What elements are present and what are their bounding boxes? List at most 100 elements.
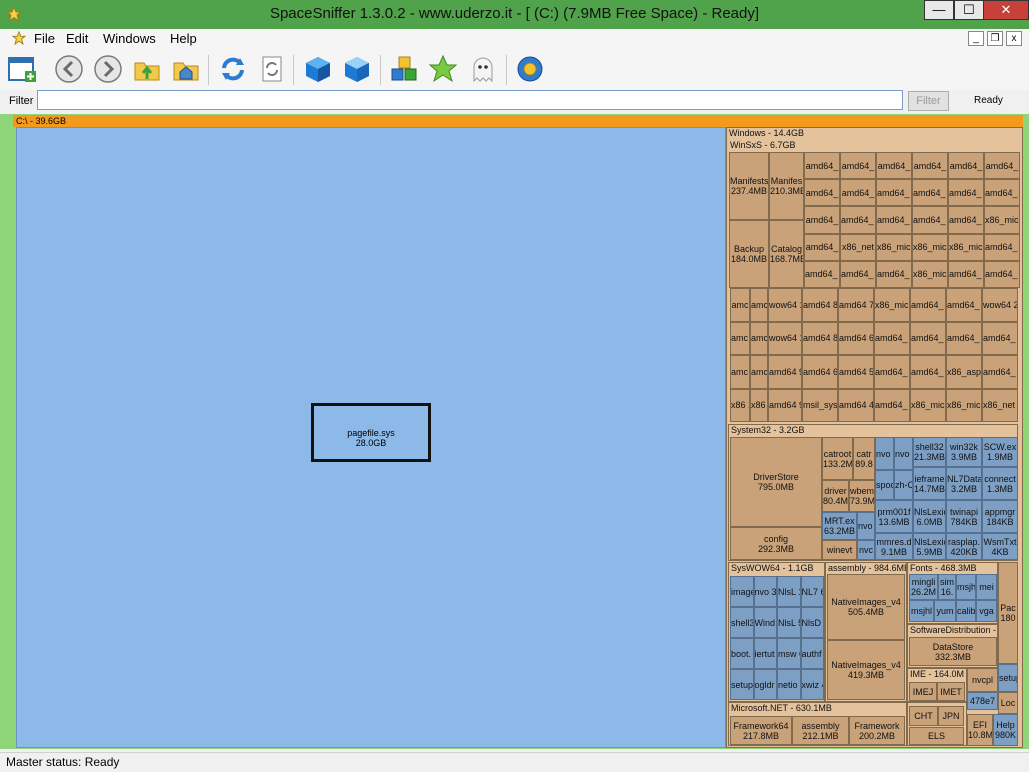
treemap-tile-winsxs-row[interactable]: amd64 8.2MB bbox=[802, 321, 838, 355]
filter-button[interactable]: Filter bbox=[908, 91, 949, 111]
treemap-tile-setup[interactable]: setup bbox=[998, 664, 1018, 692]
treemap-tile-winsxs-grid[interactable]: amd64_ bbox=[948, 152, 984, 180]
treemap-tile-winsxs-grid[interactable]: x86_mic 2.2MB bbox=[912, 233, 948, 261]
menu-app-icon[interactable] bbox=[12, 31, 26, 45]
treemap-tile-system32-blue[interactable]: spoo 25.1 bbox=[875, 470, 894, 500]
treemap-tile-winsxs-row[interactable]: x86_asp 128KB bbox=[946, 355, 982, 389]
treemap-tile-winsxs-grid[interactable]: amd64_ 3.3MB bbox=[912, 179, 948, 207]
treemap-tile-datastore[interactable]: DataStore 332.3MB bbox=[909, 637, 997, 666]
treemap-tile-nativeimages-2[interactable]: NativeImages_v4 419.3MB bbox=[827, 640, 905, 700]
treemap-tile-backup[interactable]: Backup 184.0MB bbox=[729, 220, 769, 288]
treemap-tile-drivers[interactable]: driver80.4MB bbox=[822, 480, 849, 512]
maximize-button[interactable]: ☐ bbox=[954, 0, 984, 20]
treemap-tile-winsxs-grid[interactable]: amd64_ 996KB bbox=[984, 260, 1020, 288]
treemap-tile-syswow64-item[interactable]: ogldr 1.0M bbox=[753, 669, 777, 700]
treemap-tile-winsxs-grid[interactable]: amd64_ 1.6MB bbox=[948, 206, 984, 234]
treemap-tile-catalogs[interactable]: Catalog 168.7MB bbox=[769, 220, 804, 288]
treemap-tile-syswow64-item[interactable]: boot. 3.0M bbox=[730, 638, 754, 669]
treemap-tile-connect[interactable]: connect 1.3MB bbox=[982, 467, 1018, 500]
treemap-tile-winsxs-grid[interactable]: amd64_ 1.1MB bbox=[948, 260, 984, 288]
treemap-tile-winsxs-row[interactable]: amc 14.9 bbox=[730, 321, 750, 355]
treemap-tile-catroot2[interactable]: catr 89.8 bbox=[853, 437, 875, 480]
refresh-branch-icon[interactable] bbox=[257, 54, 287, 84]
treemap-tile-winsxs-row[interactable]: amd64_ 872KB bbox=[874, 321, 910, 355]
treemap-tile-syswow64-item[interactable]: image 46.5M bbox=[730, 576, 754, 607]
treemap-tile-winsxs-grid[interactable]: x86_net bbox=[840, 233, 876, 261]
treemap-tile-ieframe[interactable]: ieframe 14.7MB bbox=[913, 467, 946, 500]
treemap-tile-winsxs-grid[interactable]: amd64_ 27.9MB bbox=[840, 206, 876, 234]
treemap-tile-syswow64-item[interactable]: setup 1.7M bbox=[730, 669, 754, 700]
treemap-tile-winsxs-row[interactable]: x86_net 4KB bbox=[982, 388, 1018, 422]
treemap-tile-winsxs-row[interactable]: x86 10.5 bbox=[730, 388, 750, 422]
treemap-tile-scw[interactable]: SCW.ex 1.9MB bbox=[982, 437, 1018, 467]
treemap-tile-nlslexic1[interactable]: NlsLexic 6.0MB bbox=[913, 500, 946, 533]
treemap-tile-winsxs-row[interactable]: amd64_ 172KB bbox=[982, 321, 1018, 355]
treemap-tile-winsxs-grid[interactable]: amd64_ bbox=[804, 179, 840, 207]
treemap-tile-478e7[interactable]: 478e7 bbox=[967, 692, 998, 710]
treemap-tile-system32-blue[interactable]: nvo 46.1 bbox=[857, 512, 875, 540]
treemap-tile-winsxs-row[interactable]: amd64_ 520KB bbox=[874, 388, 910, 422]
treemap-tile-syswow64-item[interactable]: NL7 6.9M bbox=[800, 576, 824, 607]
up-folder-icon[interactable] bbox=[132, 54, 162, 84]
treemap-tile-imetc[interactable]: IMET bbox=[937, 682, 965, 701]
blue-cube-outline-icon[interactable] bbox=[342, 54, 372, 84]
treemap-tile-winsxs-row[interactable]: wow64 12.2MB bbox=[768, 321, 802, 355]
treemap-tile-winsxs-row[interactable]: x86 10.3 bbox=[750, 388, 768, 422]
treemap-tile-winsxs-row[interactable]: x86_mic 80KB bbox=[946, 388, 982, 422]
treemap-tile-wsmtxt[interactable]: WsmTxt 4KB bbox=[982, 533, 1018, 560]
treemap-tile-winsxs-grid[interactable]: x86_mic 1.2MB bbox=[948, 233, 984, 261]
treemap-tile-winsxs-row[interactable]: amc 14.7 bbox=[750, 321, 768, 355]
treemap-tile-winsxs-grid[interactable]: amd64_ 20.8MB bbox=[804, 260, 840, 288]
treemap-tile-nvcpl[interactable]: nvcpl bbox=[967, 668, 998, 692]
menu-windows[interactable]: Windows bbox=[103, 31, 156, 46]
treemap-tile-syswow64-item[interactable]: NlsL 5.3M bbox=[777, 607, 801, 638]
treemap-tile-syswow64-item[interactable]: nvo 33.6 bbox=[753, 576, 777, 607]
treemap-tile-winsxs-row[interactable]: amd64_ 756KB bbox=[910, 288, 946, 322]
treemap-tile-syswow64-item[interactable]: msw 628K bbox=[777, 638, 801, 669]
treemap-tile-winsxs-grid[interactable]: amd64_ bbox=[912, 152, 948, 180]
treemap-tile-msjh[interactable]: msjh bbox=[956, 574, 976, 600]
treemap-tile-winsxs-row[interactable]: amd64 8.8MB bbox=[802, 288, 838, 322]
treemap-tile-syswow64-item[interactable]: netio 168K bbox=[777, 669, 801, 700]
treemap-tile-winevt[interactable]: winevt bbox=[822, 540, 857, 560]
treemap-tile-winsxs-row[interactable]: amd64_ 40KB bbox=[982, 355, 1018, 389]
treemap-tile-syswow64-item[interactable]: xwiz 4KB bbox=[800, 669, 824, 700]
treemap-tile-winsxs-row[interactable]: amd64 6.9MB bbox=[838, 321, 874, 355]
blue-cube-icon[interactable] bbox=[303, 54, 333, 84]
treemap-tile-winsxs-grid[interactable]: amd64_ bbox=[876, 152, 912, 180]
mdi-restore-button[interactable]: ❐ bbox=[987, 31, 1003, 46]
treemap-tile-winsxs-row[interactable]: amd64_ 332KB bbox=[946, 288, 982, 322]
filter-input[interactable] bbox=[37, 90, 903, 110]
treemap-tile-loc[interactable]: Loc bbox=[998, 692, 1018, 714]
treemap-tile-winsxs-grid[interactable]: amd64_ bbox=[804, 152, 840, 180]
treemap-tile-winsxs-grid[interactable]: x86_mic 1.3MB bbox=[984, 206, 1020, 234]
treemap-tile-manifests2[interactable]: Manifes 210.3MB bbox=[769, 152, 804, 220]
close-button[interactable]: ✕ bbox=[983, 0, 1029, 20]
treemap-tile-meiryo[interactable]: mei bbox=[976, 574, 997, 600]
menu-file[interactable]: File bbox=[34, 31, 55, 46]
treemap-tile-mingliu[interactable]: mingli 26.2M bbox=[909, 574, 938, 600]
treemap-tile-simsun[interactable]: sim 16. bbox=[938, 574, 956, 600]
home-icon[interactable] bbox=[171, 54, 201, 84]
drive-header[interactable]: C:\ - 39.6GB bbox=[13, 115, 1023, 127]
treemap-tile-syswow64-item[interactable]: NlsL 11.4 bbox=[777, 576, 801, 607]
treemap-tile-framework[interactable]: Framework 200.2MB bbox=[849, 716, 905, 745]
treemap-tile-syswow64-item[interactable]: authf 356K bbox=[800, 638, 824, 669]
treemap-tile-nlslexic2[interactable]: NlsLexic 5.9MB bbox=[913, 533, 946, 560]
treemap-tile-imejp[interactable]: IMEJ bbox=[909, 682, 937, 701]
treemap-tile-winsxs-grid[interactable]: amd64_ 3.7MB bbox=[876, 206, 912, 234]
menu-help[interactable]: Help bbox=[170, 31, 197, 46]
treemap-tile-winsxs-row[interactable]: amd64_ 280KB bbox=[946, 321, 982, 355]
treemap-tile-winsxs-row[interactable]: amc 11.0 bbox=[750, 355, 768, 389]
forward-icon[interactable] bbox=[93, 54, 123, 84]
treemap-tile-winsxs-row[interactable]: x86_mic 396KB bbox=[910, 388, 946, 422]
treemap-tile-syswow64-item[interactable]: Wind 14.4 bbox=[753, 607, 777, 638]
minimize-button[interactable]: — bbox=[924, 0, 954, 20]
treemap-tile-winsxs-row[interactable]: amd64 9.2MB bbox=[768, 388, 802, 422]
treemap-tile-winsxs-row[interactable]: amd64 5.4MB bbox=[838, 355, 874, 389]
treemap-tile-winsxs-grid[interactable]: amd64_ 18.5MB bbox=[840, 260, 876, 288]
treemap-tile-shell32[interactable]: shell32 21.3MB bbox=[913, 437, 946, 467]
treemap-tile-winsxs-row[interactable]: amc bbox=[730, 288, 750, 322]
treemap-tile-winsxs-row[interactable]: amd64 6.1MB bbox=[802, 355, 838, 389]
treemap-tile-catroot[interactable]: catroot133.2MB bbox=[822, 437, 853, 480]
